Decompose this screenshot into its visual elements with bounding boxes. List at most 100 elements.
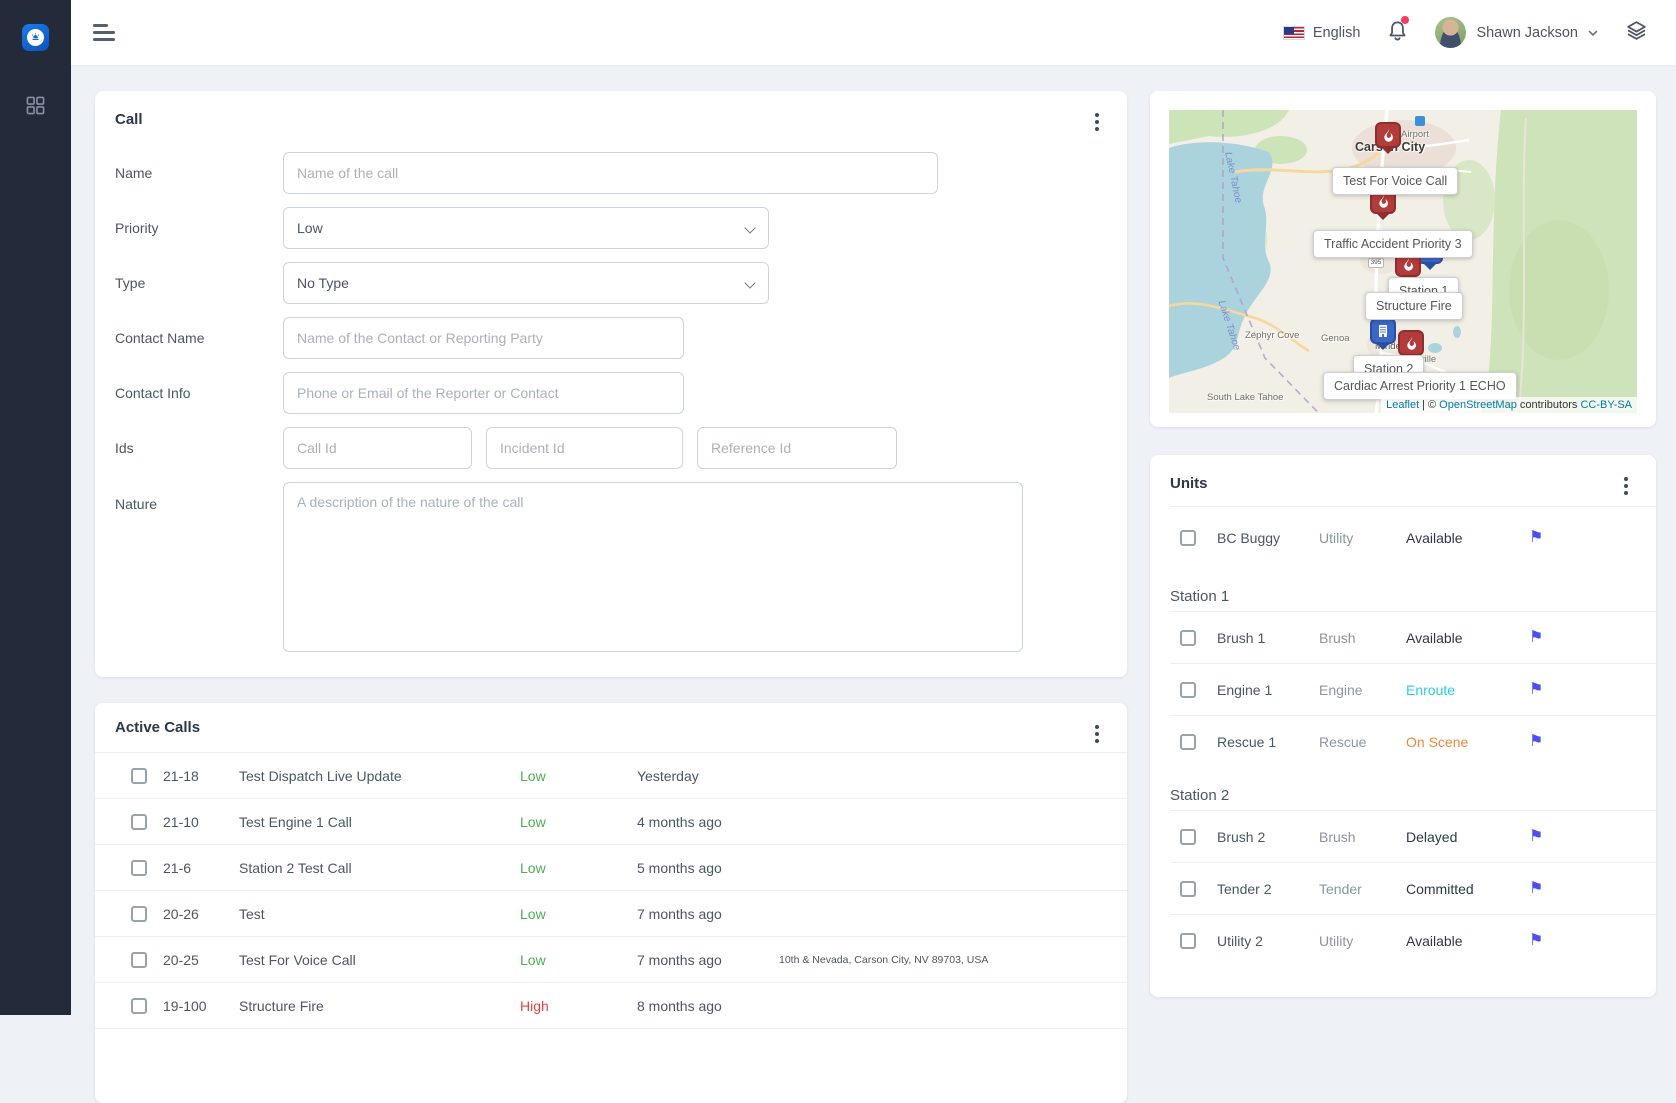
- unit-checkbox[interactable]: [1180, 630, 1196, 646]
- call-id: 20-26: [147, 906, 239, 922]
- call-checkbox[interactable]: [131, 814, 147, 830]
- flag-icon[interactable]: ⚑: [1527, 732, 1545, 752]
- flag-icon[interactable]: ⚑: [1527, 827, 1545, 847]
- unit-checkbox[interactable]: [1180, 734, 1196, 750]
- unit-name: Engine 1: [1196, 682, 1319, 698]
- unit-checkbox[interactable]: [1180, 530, 1196, 546]
- app-logo-icon[interactable]: [22, 24, 49, 51]
- contact-name-input[interactable]: [283, 317, 684, 359]
- call-name: Test Engine 1 Call: [239, 814, 520, 830]
- unit-type: Rescue: [1319, 734, 1406, 750]
- active-calls-menu-button[interactable]: [1091, 721, 1103, 747]
- avatar: [1435, 17, 1466, 48]
- building-icon: [1375, 323, 1391, 339]
- unit-type: Utility: [1319, 933, 1406, 949]
- call-row[interactable]: 20-25 Test For Voice Call Low 7 months a…: [95, 937, 1127, 983]
- license-link[interactable]: CC-BY-SA: [1580, 399, 1632, 411]
- main-content: Call Name Priority Low Type No Type: [71, 66, 1676, 1015]
- flag-icon[interactable]: ⚑: [1527, 628, 1545, 648]
- call-row[interactable]: 21-6 Station 2 Test Call Low 5 months ag…: [95, 845, 1127, 891]
- flag-icon[interactable]: ⚑: [1527, 680, 1545, 700]
- hamburger-menu-icon[interactable]: [89, 20, 119, 45]
- call-checkbox[interactable]: [131, 860, 147, 876]
- unit-checkbox[interactable]: [1180, 829, 1196, 845]
- flag-icon[interactable]: ⚑: [1527, 528, 1545, 548]
- language-selector[interactable]: English: [1283, 25, 1361, 41]
- notifications-button[interactable]: [1387, 19, 1408, 47]
- map-tooltip[interactable]: Cardiac Arrest Priority 1 ECHO: [1323, 372, 1517, 400]
- call-row[interactable]: 21-10 Test Engine 1 Call Low 4 months ag…: [95, 799, 1127, 845]
- map-tooltip[interactable]: Test For Voice Call: [1332, 167, 1458, 195]
- unit-status: Available: [1406, 530, 1527, 546]
- unit-row[interactable]: Tender 2 Tender Committed ⚑: [1170, 863, 1656, 915]
- station-2-marker[interactable]: [1370, 318, 1396, 344]
- fire-call-marker[interactable]: [1375, 122, 1401, 148]
- unit-checkbox[interactable]: [1180, 881, 1196, 897]
- call-priority: Low: [520, 814, 637, 830]
- layers-button[interactable]: [1625, 19, 1648, 47]
- unit-row[interactable]: Brush 1 Brush Available ⚑: [1170, 612, 1656, 664]
- map-tooltip[interactable]: Structure Fire: [1365, 292, 1463, 320]
- flag-icon[interactable]: ⚑: [1527, 931, 1545, 951]
- unit-row[interactable]: Rescue 1 Rescue On Scene ⚑: [1170, 716, 1656, 768]
- unit-checkbox[interactable]: [1180, 933, 1196, 949]
- unit-status: Available: [1406, 630, 1527, 646]
- us-flag-icon: [1283, 26, 1305, 40]
- unit-status: Delayed: [1406, 829, 1527, 845]
- unit-row[interactable]: Brush 2 Brush Delayed ⚑: [1170, 811, 1656, 863]
- units-card: Units BC Buggy Utility Available ⚑ Stati…: [1150, 455, 1656, 997]
- call-checkbox[interactable]: [131, 906, 147, 922]
- priority-select-wrap: Low: [283, 207, 769, 249]
- call-checkbox[interactable]: [131, 768, 147, 784]
- unit-row[interactable]: Engine 1 Engine Enroute ⚑: [1170, 664, 1656, 716]
- call-id: 21-10: [147, 814, 239, 830]
- contact-name-label: Contact Name: [115, 330, 283, 346]
- units-menu-button[interactable]: [1620, 473, 1632, 499]
- call-priority: Low: [520, 952, 637, 968]
- unit-type: Utility: [1319, 530, 1406, 546]
- flag-icon[interactable]: ⚑: [1527, 879, 1545, 899]
- call-time: 5 months ago: [637, 860, 779, 876]
- unit-checkbox[interactable]: [1180, 682, 1196, 698]
- unit-status: Committed: [1406, 881, 1527, 897]
- unit-row[interactable]: BC Buggy Utility Available ⚑: [1170, 507, 1632, 569]
- call-card-menu-button[interactable]: [1091, 109, 1103, 135]
- map-tooltip[interactable]: Traffic Accident Priority 3: [1313, 230, 1473, 258]
- call-checkbox[interactable]: [131, 952, 147, 968]
- bell-icon: [1387, 29, 1408, 46]
- type-select-wrap: No Type: [283, 262, 769, 304]
- call-checkbox[interactable]: [131, 998, 147, 1014]
- priority-select[interactable]: Low: [283, 207, 769, 249]
- call-id: 20-25: [147, 952, 239, 968]
- fire-call-marker[interactable]: [1398, 330, 1424, 356]
- leaflet-link[interactable]: Leaflet: [1386, 399, 1419, 411]
- contact-info-input[interactable]: [283, 372, 684, 414]
- leaflet-map[interactable]: Carson City Airport Lake Tahoe Lake Taho…: [1169, 110, 1637, 413]
- sidebar-item-dashboard[interactable]: [26, 96, 45, 120]
- unit-type: Brush: [1319, 829, 1406, 845]
- call-name-input[interactable]: [283, 152, 938, 194]
- dashboard-grid-icon: [26, 102, 45, 119]
- unit-name: BC Buggy: [1196, 530, 1319, 546]
- flame-icon: [1404, 336, 1419, 351]
- call-id: 21-6: [147, 860, 239, 876]
- reference-id-input[interactable]: [697, 427, 897, 469]
- call-row[interactable]: 20-26 Test Low 7 months ago: [95, 891, 1127, 937]
- call-row[interactable]: 21-18 Test Dispatch Live Update Low Yest…: [95, 753, 1127, 799]
- language-label: English: [1313, 25, 1361, 41]
- map-label-airport: Airport: [1401, 129, 1429, 140]
- call-priority: Low: [520, 860, 637, 876]
- user-menu[interactable]: Shawn Jackson: [1435, 17, 1598, 48]
- osm-link[interactable]: OpenStreetMap: [1439, 399, 1517, 411]
- user-name: Shawn Jackson: [1476, 25, 1578, 41]
- chevron-down-icon: [1588, 25, 1598, 41]
- call-id-input[interactable]: [283, 427, 472, 469]
- nature-textarea[interactable]: [283, 482, 1023, 652]
- type-select[interactable]: No Type: [283, 262, 769, 304]
- call-row[interactable]: 19-100 Structure Fire High 8 months ago: [95, 983, 1127, 1029]
- incident-id-input[interactable]: [486, 427, 683, 469]
- ids-label: Ids: [115, 440, 283, 456]
- sidebar: [0, 0, 71, 1015]
- unit-row[interactable]: Utility 2 Utility Available ⚑: [1170, 915, 1656, 967]
- unit-name: Tender 2: [1196, 881, 1319, 897]
